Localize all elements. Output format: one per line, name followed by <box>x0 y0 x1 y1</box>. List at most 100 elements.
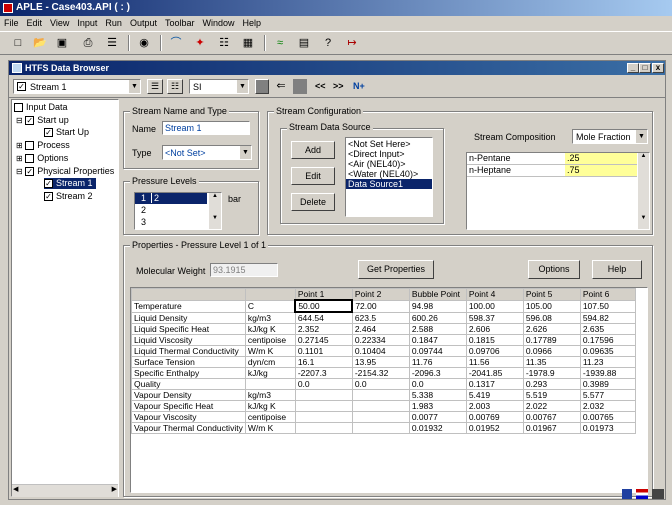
table-cell[interactable]: -2041.85 <box>465 367 524 379</box>
tree-item-stream-2[interactable]: ✓ Stream 2 <box>44 191 93 202</box>
table-cell[interactable]: 0.09744 <box>408 345 467 357</box>
table-cell[interactable]: 0.0966 <box>522 345 581 357</box>
table-cell[interactable]: 0.00769 <box>465 411 524 423</box>
table-cell[interactable]: 0.0 <box>294 378 353 390</box>
chart-icon[interactable]: ⌒ <box>168 35 184 51</box>
data-source-item[interactable]: <Air (NEL40)> <box>346 159 432 169</box>
table-cell[interactable]: 644.54 <box>294 311 353 324</box>
next-button[interactable]: >> <box>333 79 349 94</box>
tree-view-icon[interactable]: ☷ <box>167 79 183 94</box>
new-item-button[interactable]: N+ <box>353 79 371 94</box>
table-cell[interactable]: 0.00767 <box>522 411 581 423</box>
data-source-item[interactable]: <Direct Input> <box>346 149 432 159</box>
table-cell[interactable]: 0.10404 <box>351 345 410 357</box>
stop-icon[interactable] <box>255 79 269 94</box>
component-value[interactable]: .25 <box>565 153 637 164</box>
table-cell[interactable]: 2.464 <box>351 323 410 335</box>
table-cell[interactable]: 2.352 <box>294 323 353 335</box>
previous-button[interactable]: << <box>315 79 331 94</box>
table-cell[interactable]: 0.3989 <box>579 378 636 390</box>
menu-help[interactable]: Help <box>239 16 266 31</box>
units-select[interactable]: SI ▼ <box>189 79 249 94</box>
menu-toolbar[interactable]: Toolbar <box>161 16 199 31</box>
menu-input[interactable]: Input <box>73 16 101 31</box>
table-cell[interactable]: 16.1 <box>294 356 353 368</box>
list-view-icon[interactable]: ☰ <box>147 79 163 94</box>
scroll-down-icon[interactable]: ▼ <box>638 215 649 221</box>
table-cell[interactable]: 2.003 <box>465 400 524 412</box>
table-cell[interactable]: 0.22334 <box>351 334 410 346</box>
exit-icon[interactable]: ↦ <box>344 35 360 51</box>
table-cell[interactable]: 1.983 <box>408 400 467 412</box>
composition-row[interactable]: n-Heptane .75 <box>467 165 637 177</box>
table-cell[interactable] <box>294 422 353 434</box>
table-cell[interactable]: 13.95 <box>351 356 410 368</box>
back-arrow-icon[interactable]: ⇐ <box>273 79 289 94</box>
menu-view[interactable]: View <box>46 16 73 31</box>
pressure-scrollbar[interactable]: ▲ ▼ <box>209 193 221 229</box>
table-cell[interactable] <box>294 400 353 412</box>
table-cell[interactable] <box>294 411 353 423</box>
list-icon[interactable]: ☷ <box>216 35 232 51</box>
table-cell[interactable]: 0.0077 <box>408 411 467 423</box>
table-cell[interactable]: 5.338 <box>408 389 467 401</box>
table-cell[interactable]: 2.022 <box>522 400 581 412</box>
composition-type-select[interactable]: Mole Fraction ▼ <box>572 129 648 144</box>
table-cell[interactable]: 2.635 <box>579 323 636 335</box>
table-cell[interactable]: 5.577 <box>579 389 636 401</box>
table-cell[interactable]: 11.56 <box>465 356 524 368</box>
table-cell[interactable]: 2.032 <box>579 400 636 412</box>
print-icon[interactable]: ⎙ <box>80 35 96 51</box>
pressure-levels-list[interactable]: 12 2 3 ▲ ▼ <box>134 192 222 230</box>
print-preview-icon[interactable]: ☰ <box>104 35 120 51</box>
tree-item-startup[interactable]: ⊟ ✓ Start up <box>16 115 69 126</box>
table-cell[interactable] <box>294 389 353 401</box>
stream-name-input[interactable]: Stream 1 <box>162 121 250 135</box>
tree-item-startup-child[interactable]: ✓ Start Up <box>44 127 89 138</box>
data-source-item-selected[interactable]: Data Source1 <box>346 179 432 189</box>
stream-type-select[interactable]: <Not Set> ▼ <box>162 145 252 160</box>
help-button[interactable]: Help <box>592 260 642 279</box>
table-cell[interactable]: 11.35 <box>522 356 581 368</box>
maximize-button[interactable]: □ <box>639 63 651 73</box>
options-button[interactable]: Options <box>528 260 580 279</box>
tree-item-options[interactable]: ⊞ Options <box>16 153 68 164</box>
table-cell[interactable]: 5.419 <box>465 389 524 401</box>
table-cell[interactable]: 0.01973 <box>579 422 636 434</box>
minimize-button[interactable]: _ <box>627 63 639 73</box>
close-button[interactable]: x <box>652 63 664 73</box>
table-cell[interactable]: 2.606 <box>465 323 524 335</box>
menu-edit[interactable]: Edit <box>23 16 47 31</box>
table-cell[interactable]: 0.01967 <box>522 422 581 434</box>
find-icon[interactable]: ◉ <box>136 35 152 51</box>
table-cell[interactable]: 600.26 <box>408 311 467 324</box>
new-file-icon[interactable]: □ <box>10 35 26 51</box>
table-cell[interactable]: 2.588 <box>408 323 467 335</box>
table-cell[interactable] <box>351 400 410 412</box>
menu-window[interactable]: Window <box>199 16 239 31</box>
data-source-item[interactable]: <Not Set Here> <box>346 139 432 149</box>
run-icon[interactable]: ✦ <box>192 35 208 51</box>
edit-button[interactable]: Edit <box>291 167 335 185</box>
table-cell[interactable] <box>351 411 410 423</box>
table-cell[interactable]: 107.50 <box>579 299 636 313</box>
table-cell[interactable] <box>351 422 410 434</box>
table-cell[interactable]: -2207.3 <box>294 367 353 379</box>
data-icon[interactable]: ≈ <box>272 35 288 51</box>
composition-scrollbar[interactable]: ▲ ▼ <box>638 153 649 229</box>
table-cell[interactable]: 596.08 <box>522 311 581 324</box>
pressure-level-row[interactable]: 12 <box>135 193 207 204</box>
scroll-up-icon[interactable]: ▲ <box>638 153 649 159</box>
data-source-item[interactable]: <Water (NEL40)> <box>346 169 432 179</box>
composition-row[interactable]: n-Pentane .25 <box>467 153 637 165</box>
tree-item-physical-properties[interactable]: ⊟ ✓ Physical Properties <box>16 166 114 177</box>
menu-file[interactable]: File <box>0 16 23 31</box>
table-cell[interactable]: 0.1101 <box>294 345 353 357</box>
table-cell[interactable]: 0.1847 <box>408 334 467 346</box>
table-cell[interactable]: 594.82 <box>579 311 636 324</box>
tree-item-stream-1[interactable]: ✓ Stream 1 <box>44 178 96 189</box>
pressure-level-row[interactable]: 3 <box>135 217 207 228</box>
table-cell[interactable]: 100.00 <box>465 299 524 313</box>
component-value[interactable]: .75 <box>565 165 637 176</box>
table-cell[interactable]: 5.519 <box>522 389 581 401</box>
